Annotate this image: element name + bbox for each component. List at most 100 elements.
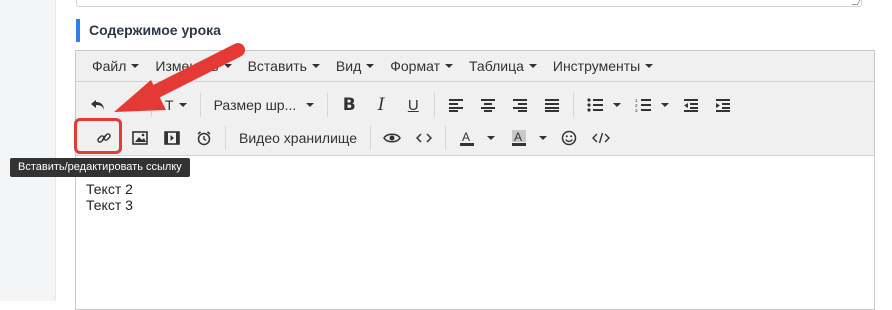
menu-label: Изменить xyxy=(155,58,219,74)
indent-button[interactable] xyxy=(709,92,737,118)
alarm-icon xyxy=(197,131,211,146)
rich-text-editor: Файл Изменить Вставить Вид Формат Таблиц… xyxy=(75,50,875,310)
menu-table[interactable]: Таблица xyxy=(461,51,545,82)
svg-text:A: A xyxy=(514,130,522,144)
underline-icon: U xyxy=(407,96,419,114)
eye-icon xyxy=(383,133,401,143)
menu-label: Таблица xyxy=(468,58,524,74)
undo-button[interactable] xyxy=(84,92,112,118)
text-color-caret-icon[interactable] xyxy=(487,136,496,140)
indent-icon xyxy=(716,99,731,112)
redo-button[interactable] xyxy=(116,92,144,118)
previous-textarea[interactable] xyxy=(76,0,862,7)
caret-down-icon xyxy=(131,64,140,68)
bold-button[interactable]: B xyxy=(335,92,363,118)
source-code-button[interactable] xyxy=(587,125,615,151)
emoticons-button[interactable] xyxy=(555,125,583,151)
redo-icon xyxy=(124,100,137,110)
outdent-icon xyxy=(684,99,699,112)
numbered-list-button[interactable]: 123 xyxy=(629,92,657,118)
image-icon xyxy=(132,131,148,145)
emoji-icon xyxy=(561,130,577,146)
link-tooltip: Вставить/редактировать ссылку xyxy=(10,158,190,177)
code-sample-button[interactable] xyxy=(410,125,438,151)
toolbar-row-1: Т Размер шр... B I U 1 2 3 xyxy=(76,88,739,122)
align-right-button[interactable] xyxy=(506,92,534,118)
toolbar-separator xyxy=(434,93,436,117)
format-dropdown[interactable]: Т xyxy=(157,92,195,118)
menu-tools[interactable]: Инструменты xyxy=(545,51,661,82)
svg-text:3: 3 xyxy=(635,108,638,112)
caret-down-icon xyxy=(223,64,232,68)
background-color-icon: A xyxy=(512,130,527,146)
menu-view[interactable]: Вид xyxy=(328,51,382,82)
text-color-button[interactable]: A xyxy=(453,125,481,151)
menu-label: Вид xyxy=(335,58,362,74)
background-color-caret-icon[interactable] xyxy=(539,136,548,140)
toolbar-separator xyxy=(151,93,152,117)
align-left-icon xyxy=(449,99,464,112)
section-accent-bar xyxy=(76,19,80,42)
bold-icon: B xyxy=(342,95,356,115)
font-size-dropdown-label: Размер шр... xyxy=(213,97,297,113)
outdent-button[interactable] xyxy=(677,92,705,118)
section-title: Содержимое урока xyxy=(89,22,221,38)
menu-label: Формат xyxy=(390,58,440,74)
align-justify-icon xyxy=(545,99,560,112)
content-line: Текст 3 xyxy=(86,197,133,213)
toolbar-separator xyxy=(445,126,447,150)
align-center-button[interactable] xyxy=(474,92,502,118)
menu-label: Файл xyxy=(92,58,127,74)
timer-button[interactable] xyxy=(190,125,218,151)
italic-button[interactable]: I xyxy=(367,92,395,118)
toolbar-separator xyxy=(225,126,226,150)
numbered-list-icon: 123 xyxy=(635,98,652,112)
content-line: Текст 2 xyxy=(86,181,133,197)
bullet-list-button[interactable] xyxy=(581,92,609,118)
resize-grip-icon[interactable] xyxy=(851,0,861,5)
font-size-dropdown[interactable]: Размер шр... xyxy=(206,92,323,118)
bullet-list-caret-icon[interactable] xyxy=(613,103,622,107)
source-code-icon xyxy=(592,132,611,144)
code-icon xyxy=(416,133,433,143)
numbered-list-caret-icon[interactable] xyxy=(661,103,670,107)
video-storage-button[interactable]: Видео хранилище xyxy=(233,125,363,151)
underline-button[interactable]: U xyxy=(399,92,427,118)
format-dropdown-label: Т xyxy=(165,97,174,113)
menu-insert[interactable]: Вставить xyxy=(240,51,328,82)
left-sidebar xyxy=(0,0,56,301)
toolbar-separator xyxy=(370,126,372,150)
align-justify-button[interactable] xyxy=(538,92,566,118)
caret-down-icon xyxy=(178,103,187,107)
video-storage-label: Видео хранилище xyxy=(239,130,358,146)
highlight-box xyxy=(74,118,122,154)
editor-menubar: Файл Изменить Вставить Вид Формат Таблиц… xyxy=(76,51,874,82)
menu-label: Инструменты xyxy=(552,58,641,74)
toolbar-separator xyxy=(199,93,201,117)
caret-down-icon xyxy=(311,64,320,68)
align-left-button[interactable] xyxy=(442,92,470,118)
media-icon xyxy=(164,131,180,145)
align-center-icon xyxy=(481,99,496,112)
undo-icon xyxy=(91,100,104,110)
background-color-button[interactable]: A xyxy=(505,125,533,151)
menu-edit[interactable]: Изменить xyxy=(147,51,239,82)
preview-button[interactable] xyxy=(378,125,406,151)
editor-content[interactable]: Текст 2 Текст 3 xyxy=(86,181,133,213)
insert-media-button[interactable] xyxy=(158,125,186,151)
menu-format[interactable]: Формат xyxy=(382,51,461,82)
menu-file[interactable]: Файл xyxy=(84,51,147,82)
caret-down-icon xyxy=(528,64,537,68)
menu-label: Вставить xyxy=(247,58,307,74)
align-right-icon xyxy=(513,99,528,112)
italic-icon: I xyxy=(377,95,385,115)
caret-down-icon xyxy=(306,103,315,107)
caret-down-icon xyxy=(444,64,453,68)
caret-down-icon xyxy=(645,64,654,68)
caret-down-icon xyxy=(366,64,375,68)
toolbar-separator xyxy=(573,93,575,117)
text-color-icon: A xyxy=(460,130,475,146)
toolbar-separator xyxy=(327,93,329,117)
insert-image-button[interactable] xyxy=(126,125,154,151)
toolbar-row-2: Видео хранилище A A xyxy=(76,121,617,155)
